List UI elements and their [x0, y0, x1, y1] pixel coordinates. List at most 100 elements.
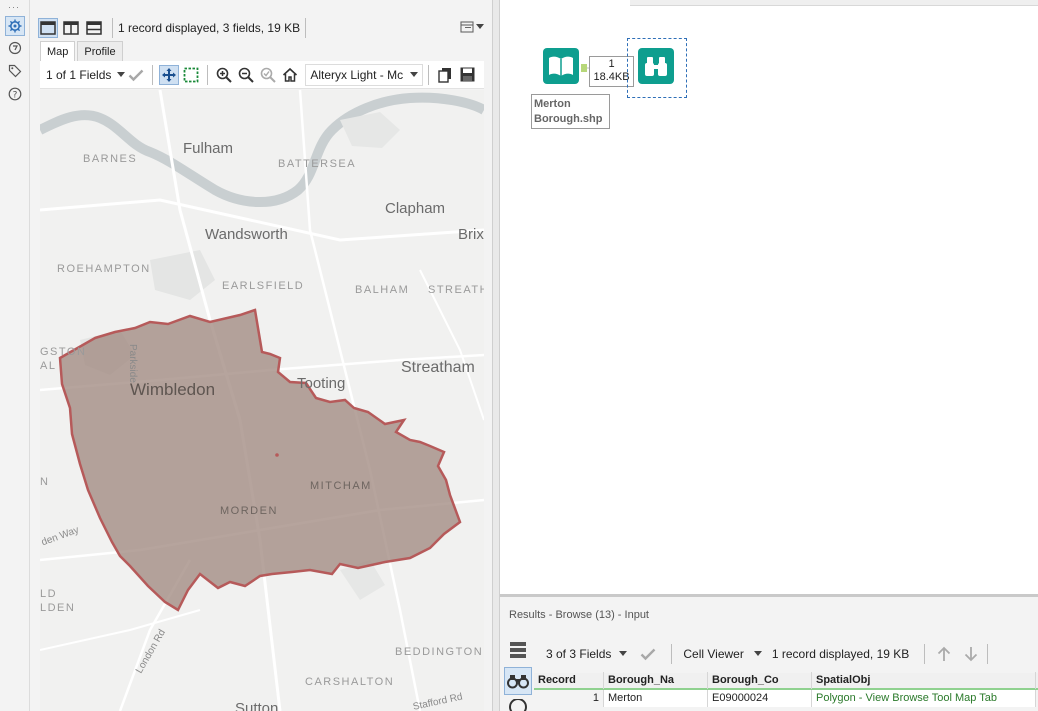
canvas-top-strip: [630, 0, 1038, 6]
browse-panel: 1 record displayed, 3 fields, 19 KB Map …: [30, 0, 492, 711]
chevron-down-icon: [619, 651, 628, 656]
tag-icon[interactable]: [5, 61, 25, 81]
cell-record[interactable]: 1: [534, 690, 604, 707]
browse-status: 1 record displayed, 3 fields, 19 KB: [118, 21, 301, 35]
column-header-spatialobj[interactable]: SpatialObj: [812, 672, 1036, 689]
browse-tabs: Map Profile: [40, 41, 125, 61]
fields-dropdown-label: 1 of 1 Fields: [46, 67, 112, 82]
arrow-down-icon[interactable]: [961, 644, 981, 664]
map-label-al: AL: [40, 360, 57, 372]
results-grid: Record Borough_Na Borough_Co SpatialObj …: [534, 672, 1038, 707]
toolbar-separator: [987, 644, 989, 664]
tab-map[interactable]: Map: [40, 41, 76, 61]
map-label-fulham: Fulham: [183, 140, 234, 157]
zoom-to-selection-icon[interactable]: [258, 65, 278, 85]
workflow-canvas[interactable]: 1 18.4KB Merton Borough.shp: [500, 0, 1038, 594]
panel-splitter[interactable]: [492, 0, 500, 711]
column-header-borough-na[interactable]: Borough_Na: [604, 672, 708, 689]
results-status: 1 record displayed, 19 KB: [771, 647, 910, 661]
map-label-wimbledon: Wimbledon: [130, 380, 216, 399]
map-label-roehampton: ROEHAMPTON: [57, 263, 151, 275]
results-toolbar: 3 of 3 Fields Cell Viewer 1 record displ…: [534, 641, 1038, 667]
cell-borough-co[interactable]: E09000024: [708, 690, 812, 707]
map-label-beddington: BEDDINGTON: [395, 646, 484, 658]
chevron-down-icon: [753, 651, 762, 656]
map-label-battersea: BATTERSEA: [278, 158, 357, 170]
map-label-carshalton: CARSHALTON: [305, 676, 395, 688]
map-label-morden: MORDEN: [220, 505, 278, 517]
map-label-barnes: BARNES: [83, 153, 138, 165]
browse-binoculars-icon[interactable]: [504, 667, 532, 695]
chevron-down-icon: [476, 24, 484, 29]
browse-tool[interactable]: [638, 48, 674, 84]
left-icon-rail: ··· ?: [0, 0, 30, 711]
zoom-out-icon[interactable]: [236, 65, 256, 85]
home-icon[interactable]: [280, 65, 300, 85]
cell-spatialobj[interactable]: Polygon - View Browse Tool Map Tab: [812, 690, 1036, 707]
tool-label-line1: Merton: [534, 98, 571, 110]
column-header-record[interactable]: Record: [534, 672, 604, 689]
binoculars-icon: [645, 57, 667, 76]
cell-viewer-label: Cell Viewer: [683, 647, 744, 661]
input-tool-label: Merton Borough.shp: [531, 94, 610, 129]
map-label-earlsfield: EARLSFIELD: [222, 280, 305, 292]
map-label-wandsworth: Wandsworth: [205, 226, 288, 243]
map-label-balham: BALHAM: [355, 284, 410, 296]
grip-rows-icon[interactable]: [504, 635, 532, 663]
map-label-ld: LD: [40, 588, 58, 600]
pan-icon[interactable]: [159, 64, 180, 85]
cell-borough-na[interactable]: Merton: [604, 690, 708, 707]
map-label-parkside: Parkside: [127, 344, 138, 383]
single-view-icon[interactable]: [38, 18, 58, 38]
toolbar-separator: [207, 64, 209, 85]
map-label-brix: Brix: [458, 226, 484, 243]
map-label-streatham: Streatham: [401, 359, 475, 376]
help-circle-icon[interactable]: [504, 699, 532, 711]
cell-viewer-dropdown[interactable]: Cell Viewer: [683, 647, 762, 661]
map-label-streath: STREATH: [428, 284, 484, 296]
save-icon[interactable]: [457, 65, 477, 85]
arrow-up-icon[interactable]: [934, 644, 954, 664]
layout-icon: [460, 21, 474, 33]
split-vertical-view-icon[interactable]: [61, 18, 81, 38]
copy-icon[interactable]: [435, 65, 455, 85]
basemap-dropdown[interactable]: Alteryx Light - Mc: [305, 63, 424, 86]
apply-check-icon[interactable]: [126, 65, 146, 85]
layout-dropdown[interactable]: [460, 20, 484, 34]
toolbar-separator: [924, 644, 926, 664]
annotation-icon[interactable]: [5, 38, 25, 58]
grip-icon[interactable]: ···: [8, 2, 20, 12]
results-fields-dropdown[interactable]: 3 of 3 Fields: [546, 647, 628, 661]
configuration-gear-icon[interactable]: [5, 16, 25, 36]
fields-dropdown[interactable]: 1 of 1 Fields: [46, 67, 126, 82]
map-label-sutton: Sutton: [235, 700, 279, 711]
results-title: Results - Browse (13) - Input: [509, 609, 649, 621]
chevron-down-icon: [117, 71, 126, 77]
results-fields-label: 3 of 3 Fields: [546, 647, 612, 661]
input-data-tool[interactable]: [543, 48, 579, 84]
chevron-down-icon: [410, 71, 419, 77]
toolbar-separator: [671, 644, 673, 664]
results-side-toolbar: [504, 635, 533, 711]
map-view[interactable]: BARNES Fulham BATTERSEA Clapham Wandswor…: [40, 90, 484, 711]
map-label-clapham: Clapham: [385, 200, 446, 217]
tool-label-line2: Borough.shp: [534, 113, 603, 125]
results-header-row: Record Borough_Na Borough_Co SpatialObj: [534, 672, 1038, 690]
browse-header: 1 record displayed, 3 fields, 19 KB: [38, 16, 311, 40]
map-basemap: [40, 90, 484, 711]
split-horizontal-view-icon[interactable]: [84, 18, 104, 38]
help-icon[interactable]: ?: [5, 84, 25, 104]
map-toolbar: 1 of 1 Fields Alteryx Light - Mc: [40, 61, 484, 89]
rectangle-select-icon[interactable]: [181, 65, 201, 85]
map-label-lden: LDEN: [40, 602, 76, 614]
basemap-dropdown-label: Alteryx Light - Mc: [310, 67, 404, 82]
alteryx-window: ··· ? 1 record displayed, 3 fields, 19 K…: [0, 0, 1038, 711]
book-icon: [549, 56, 573, 76]
merton-polygon: [58, 308, 462, 612]
zoom-in-icon[interactable]: [214, 65, 234, 85]
table-row[interactable]: 1 Merton E09000024 Polygon - View Browse…: [534, 690, 1038, 707]
apply-check-icon[interactable]: [638, 644, 658, 664]
column-header-borough-co[interactable]: Borough_Co: [708, 672, 812, 689]
tab-profile[interactable]: Profile: [77, 41, 123, 61]
toolbar-separator: [305, 18, 307, 38]
